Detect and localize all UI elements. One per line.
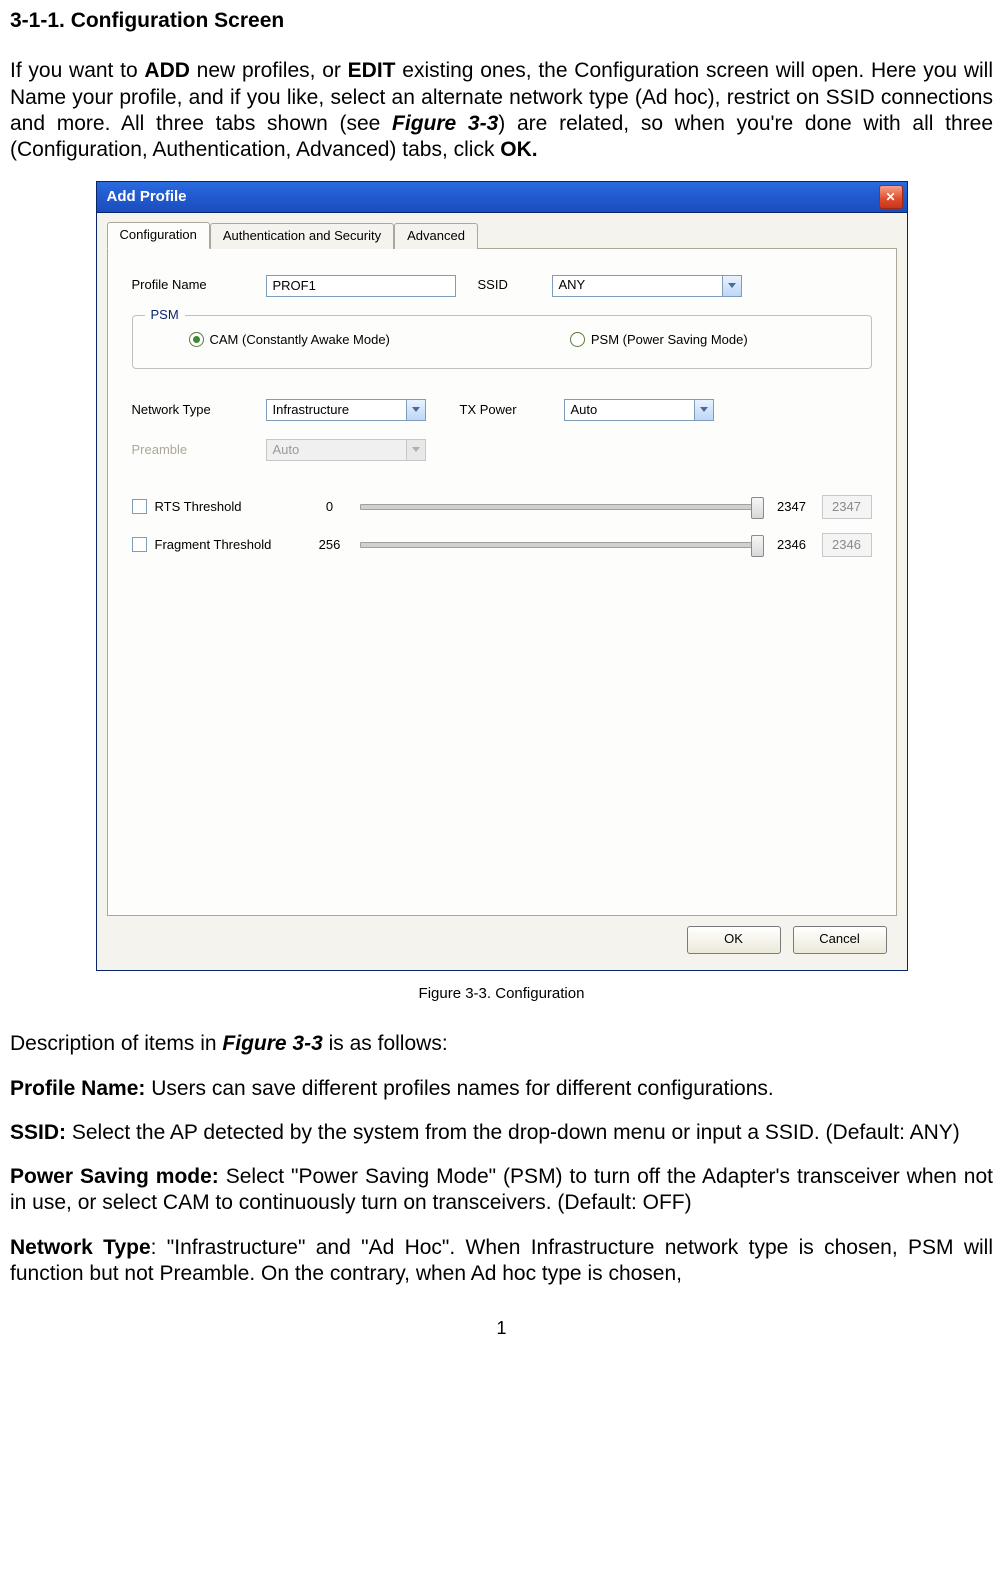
radio-psm[interactable]: PSM (Power Saving Mode): [570, 332, 748, 348]
tab-authentication[interactable]: Authentication and Security: [210, 223, 394, 248]
tx-power-dropdown-button[interactable]: [694, 400, 713, 420]
fragment-threshold-checkbox[interactable]: Fragment Threshold: [132, 537, 302, 553]
page-number: 1: [10, 1317, 993, 1340]
definition: : "Infrastructure" and "Ad Hoc". When In…: [10, 1236, 993, 1285]
description-intro: Description of items in Figure 3-3 is as…: [10, 1031, 993, 1057]
slider-thumb-icon[interactable]: [751, 497, 764, 519]
desc-ssid: SSID: Select the AP detected by the syst…: [10, 1120, 993, 1146]
profile-name-input[interactable]: [266, 275, 456, 297]
network-type-combo[interactable]: Infrastructure: [266, 399, 426, 421]
dialog-title: Add Profile: [107, 188, 187, 207]
rts-max: 2347: [772, 499, 812, 515]
preamble-dropdown-button: [406, 440, 425, 460]
preamble-value: Auto: [267, 442, 406, 458]
close-icon: ✕: [885, 190, 895, 205]
desc-profile-name: Profile Name: Users can save different p…: [10, 1076, 993, 1102]
chevron-down-icon: [412, 407, 420, 412]
section-heading: 3-1-1. Configuration Screen: [10, 8, 993, 34]
preamble-label: Preamble: [132, 442, 252, 458]
psm-groupbox: PSM CAM (Constantly Awake Mode) PSM (Pow…: [132, 315, 872, 369]
tab-advanced[interactable]: Advanced: [394, 223, 478, 248]
radio-cam[interactable]: CAM (Constantly Awake Mode): [189, 332, 390, 348]
term: Network Type: [10, 1236, 151, 1259]
close-button[interactable]: ✕: [879, 185, 903, 209]
profile-name-label: Profile Name: [132, 277, 252, 293]
figure-ref: Figure 3-3: [392, 112, 498, 135]
rts-threshold-checkbox[interactable]: RTS Threshold: [132, 499, 302, 515]
radio-icon: [189, 332, 204, 347]
frag-max: 2346: [772, 537, 812, 553]
rts-value: 2347: [822, 495, 872, 519]
tab-panel-configuration: Profile Name SSID ANY PSM CAM (Constantl…: [107, 249, 897, 916]
text-bold: OK.: [500, 138, 537, 161]
term: Power Saving mode:: [10, 1165, 219, 1188]
network-type-dropdown-button[interactable]: [406, 400, 425, 420]
tx-power-value: Auto: [565, 402, 694, 418]
intro-paragraph: If you want to ADD new profiles, or EDIT…: [10, 58, 993, 163]
text: new profiles, or: [190, 59, 348, 82]
desc-network-type: Network Type: "Infrastructure" and "Ad H…: [10, 1235, 993, 1288]
ok-button[interactable]: OK: [687, 926, 781, 954]
rts-min: 0: [310, 499, 350, 515]
radio-psm-label: PSM (Power Saving Mode): [591, 332, 748, 348]
text-bold: ADD: [144, 59, 190, 82]
ssid-value: ANY: [553, 277, 722, 293]
rts-threshold-label: RTS Threshold: [155, 499, 242, 515]
fragment-threshold-label: Fragment Threshold: [155, 537, 272, 553]
ssid-label: SSID: [478, 277, 538, 293]
frag-min: 256: [310, 537, 350, 553]
dialog-body: Configuration Authentication and Securit…: [97, 213, 907, 969]
network-type-label: Network Type: [132, 402, 252, 418]
dialog-titlebar: Add Profile ✕: [97, 182, 907, 213]
desc-psm: Power Saving mode: Select "Power Saving …: [10, 1164, 993, 1217]
ssid-dropdown-button[interactable]: [722, 276, 741, 296]
tab-configuration[interactable]: Configuration: [107, 222, 210, 248]
slider-thumb-icon[interactable]: [751, 535, 764, 557]
checkbox-icon: [132, 537, 147, 552]
checkbox-icon: [132, 499, 147, 514]
definition: Users can save different profiles names …: [145, 1077, 773, 1100]
figure-caption: Figure 3-3. Configuration: [10, 985, 993, 1004]
term: Profile Name:: [10, 1077, 145, 1100]
radio-cam-label: CAM (Constantly Awake Mode): [210, 332, 390, 348]
frag-slider[interactable]: [360, 542, 762, 548]
text: If you want to: [10, 59, 144, 82]
chevron-down-icon: [700, 407, 708, 412]
add-profile-dialog: Add Profile ✕ Configuration Authenticati…: [96, 181, 908, 970]
chevron-down-icon: [728, 283, 736, 288]
rts-slider[interactable]: [360, 504, 762, 510]
text: Description of items in: [10, 1032, 222, 1055]
preamble-combo: Auto: [266, 439, 426, 461]
term: SSID:: [10, 1121, 66, 1144]
radio-icon: [570, 332, 585, 347]
text-bold: EDIT: [348, 59, 396, 82]
chevron-down-icon: [412, 447, 420, 452]
figure-ref: Figure 3-3: [222, 1032, 322, 1055]
tx-power-label: TX Power: [460, 402, 550, 418]
psm-legend: PSM: [145, 307, 185, 323]
network-type-value: Infrastructure: [267, 402, 406, 418]
text: is as follows:: [323, 1032, 448, 1055]
tx-power-combo[interactable]: Auto: [564, 399, 714, 421]
tabstrip: Configuration Authentication and Securit…: [107, 221, 897, 248]
cancel-button[interactable]: Cancel: [793, 926, 887, 954]
dialog-button-bar: OK Cancel: [107, 916, 897, 958]
frag-value: 2346: [822, 533, 872, 557]
definition: Select the AP detected by the system fro…: [66, 1121, 960, 1144]
ssid-combo[interactable]: ANY: [552, 275, 742, 297]
